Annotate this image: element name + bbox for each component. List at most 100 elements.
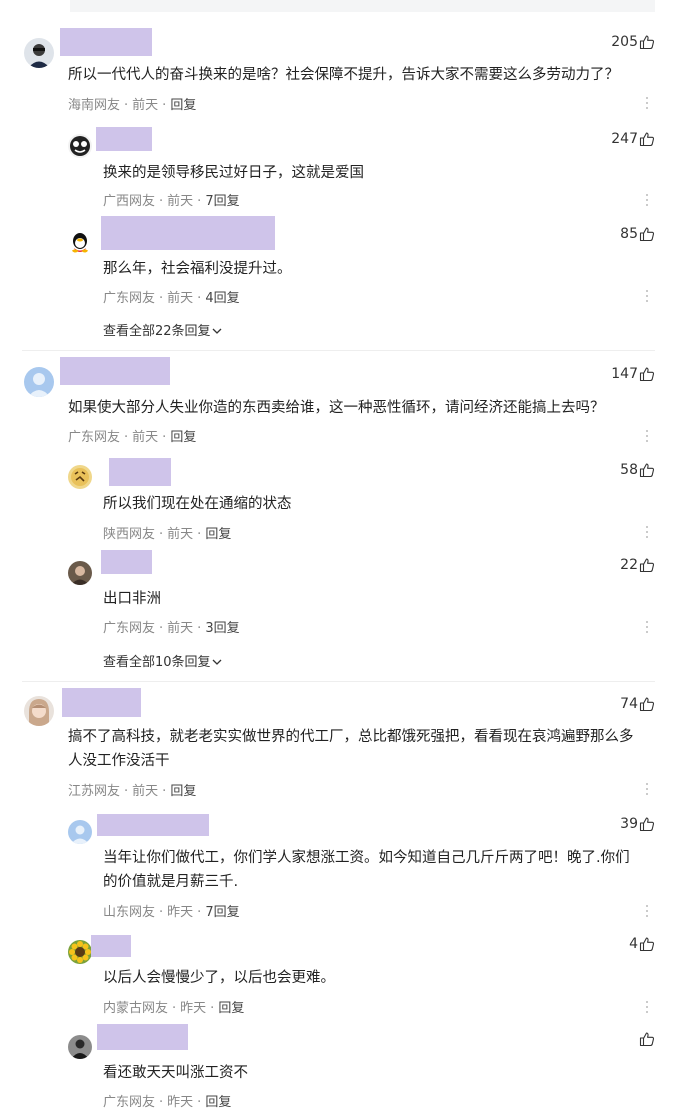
reply-meta: 陕西网友 · 前天 · 回复: [103, 527, 232, 542]
username-redacted[interactable]: [97, 814, 209, 836]
user-avatar[interactable]: [68, 465, 92, 489]
reply-text: 当年让你们做代工，你们学人家想涨工资。如今知道自己几斤斤两了吧！晚了.你们 的价…: [103, 850, 630, 890]
reply-meta: 广东网友 · 前天 · 3回复: [103, 621, 240, 636]
username-redacted[interactable]: [101, 216, 275, 250]
user-avatar[interactable]: [68, 561, 92, 585]
thumbs-up-icon: [639, 35, 655, 50]
more-options-icon[interactable]: [645, 905, 649, 919]
like-button[interactable]: 205: [611, 34, 655, 50]
reply-text: 以后人会慢慢少了，以后也会更难。: [103, 970, 335, 986]
more-options-icon[interactable]: [645, 1001, 649, 1015]
like-button[interactable]: 39: [620, 816, 655, 832]
reply-button[interactable]: 7回复: [205, 905, 239, 920]
chevron-down-icon: [212, 659, 222, 665]
timestamp: 前天: [167, 527, 194, 542]
reply-button[interactable]: 7回复: [205, 194, 239, 209]
thumbs-up-icon: [639, 132, 655, 147]
user-avatar[interactable]: [68, 940, 92, 964]
reply-button[interactable]: 回复: [205, 1095, 231, 1110]
reply-button[interactable]: 回复: [170, 98, 196, 113]
thumbs-up-icon: [639, 697, 655, 712]
view-all-replies-link[interactable]: 查看全部10条回复: [103, 651, 222, 670]
user-avatar[interactable]: [24, 367, 54, 397]
timestamp: 前天: [132, 98, 159, 113]
reply-button[interactable]: 回复: [170, 430, 196, 445]
username-redacted[interactable]: [97, 1024, 188, 1050]
reply-button[interactable]: 回复: [170, 784, 196, 799]
timestamp: 昨天: [167, 905, 194, 920]
comment-text: 如果使大部分人失业你造的东西卖给谁，这一种恶性循环，请问经济还能搞上去吗？: [68, 400, 605, 416]
location: 陕西网友: [103, 527, 156, 542]
like-button[interactable]: 147: [611, 366, 655, 382]
username-redacted[interactable]: [60, 28, 152, 56]
thumbs-up-icon: [639, 558, 655, 573]
location: 广东网友: [103, 291, 156, 306]
location: 广东网友: [68, 430, 121, 445]
thumbs-up-icon: [639, 1032, 655, 1047]
username-redacted[interactable]: [60, 357, 170, 385]
reply-text: 那么年，社会福利没提升过。: [103, 261, 292, 277]
reply-meta: 广西网友 · 前天 · 7回复: [103, 194, 240, 209]
like-button[interactable]: [638, 1031, 655, 1047]
user-avatar[interactable]: [68, 820, 92, 844]
comment-text: 搞不了高科技，就老老实实做世界的代工厂，总比都饿死强把，看看现在哀鸿遍野那么多 …: [68, 729, 634, 769]
more-options-icon[interactable]: [645, 621, 649, 635]
like-button[interactable]: 58: [620, 462, 655, 478]
like-button[interactable]: 85: [620, 226, 655, 242]
view-all-replies-link[interactable]: 查看全部22条回复: [103, 320, 222, 339]
timestamp: 前天: [132, 784, 159, 799]
reply-text: 所以我们现在处在通缩的状态: [103, 496, 292, 512]
comment-meta: 江苏网友 · 前天 · 回复: [68, 784, 197, 799]
like-button[interactable]: 4: [629, 936, 655, 952]
comment-meta: 广东网友 · 前天 · 回复: [68, 430, 197, 445]
reply-meta: 山东网友 · 昨天 · 7回复: [103, 905, 240, 920]
reply-button[interactable]: 3回复: [205, 621, 239, 636]
user-avatar[interactable]: [68, 230, 92, 254]
more-options-icon[interactable]: [645, 194, 649, 208]
username-redacted[interactable]: [101, 550, 152, 574]
user-avatar[interactable]: [24, 696, 54, 726]
comment-divider: [22, 350, 655, 351]
reply-meta: 广东网友 · 前天 · 4回复: [103, 291, 240, 306]
reply-text: 看还敢天天叫涨工资不: [103, 1065, 248, 1081]
more-options-icon[interactable]: [645, 97, 649, 111]
more-options-icon[interactable]: [645, 783, 649, 797]
location: 江苏网友: [68, 784, 121, 799]
user-avatar[interactable]: [68, 134, 92, 158]
like-button[interactable]: 247: [611, 131, 655, 147]
user-avatar[interactable]: [68, 1035, 92, 1059]
comment-meta: 海南网友 · 前天 · 回复: [68, 98, 197, 113]
chevron-down-icon: [212, 328, 222, 334]
comment-divider: [22, 681, 655, 682]
timestamp: 昨天: [167, 1095, 194, 1110]
location: 广西网友: [103, 194, 156, 209]
like-button[interactable]: 74: [620, 696, 655, 712]
comment-text: 所以一代代人的奋斗换来的是啥？社会保障不提升，告诉大家不需要这么多劳动力了？: [68, 67, 619, 83]
username-redacted[interactable]: [62, 688, 141, 717]
more-options-icon[interactable]: [645, 526, 649, 540]
reply-text: 换来的是领导移民过好日子，这就是爱国: [103, 165, 364, 181]
location: 广东网友: [103, 621, 156, 636]
user-avatar[interactable]: [24, 38, 54, 68]
thumbs-up-icon: [639, 937, 655, 952]
timestamp: 前天: [167, 291, 194, 306]
username-redacted[interactable]: [109, 458, 171, 486]
reply-button[interactable]: 回复: [218, 1001, 244, 1016]
timestamp: 前天: [132, 430, 159, 445]
reply-button[interactable]: 4回复: [205, 291, 239, 306]
reply-meta: 内蒙古网友 · 昨天 · 回复: [103, 1001, 245, 1016]
username-redacted[interactable]: [96, 127, 152, 151]
reply-button[interactable]: 回复: [205, 527, 231, 542]
location: 广东网友: [103, 1095, 156, 1110]
thumbs-up-icon: [639, 463, 655, 478]
thumbs-up-icon: [639, 817, 655, 832]
timestamp: 昨天: [180, 1001, 207, 1016]
timestamp: 前天: [167, 621, 194, 636]
reply-meta: 广东网友 · 昨天 · 回复: [103, 1095, 232, 1110]
location: 山东网友: [103, 905, 156, 920]
username-redacted[interactable]: [91, 935, 131, 957]
more-options-icon[interactable]: [645, 430, 649, 444]
more-options-icon[interactable]: [645, 290, 649, 304]
timestamp: 前天: [167, 194, 194, 209]
like-button[interactable]: 22: [620, 557, 655, 573]
